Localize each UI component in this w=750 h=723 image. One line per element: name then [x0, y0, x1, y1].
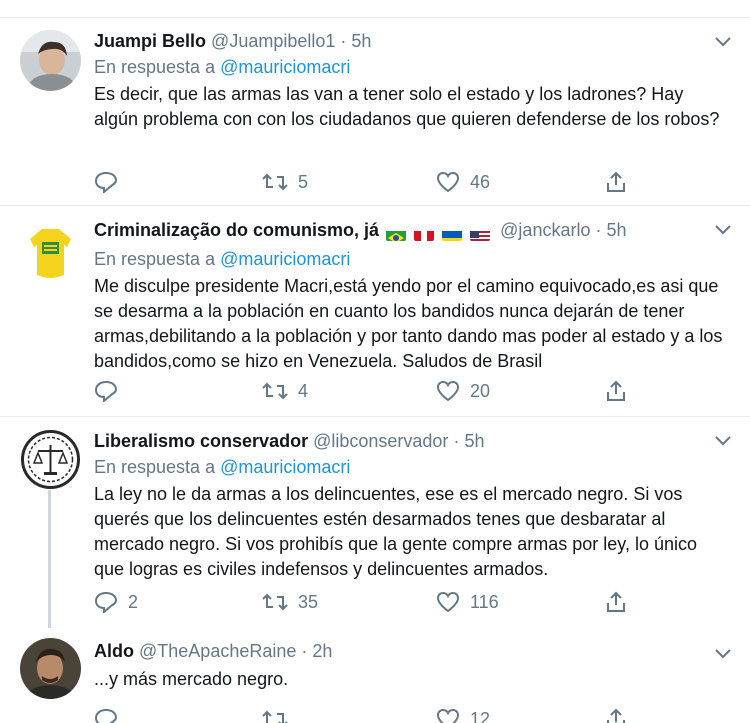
- peru-flag-icon: [414, 227, 435, 242]
- tweet-header: Criminalização do comunismo, já @janckar…: [94, 218, 726, 245]
- like-count: 46: [470, 172, 491, 192]
- reply-count: 2: [128, 592, 139, 612]
- retweet-count: 35: [298, 592, 319, 612]
- chevron-down-icon[interactable]: [714, 36, 732, 48]
- timestamp[interactable]: 5h: [351, 31, 371, 51]
- avatar[interactable]: [20, 217, 81, 278]
- tweet[interactable]: Aldo @TheApacheRaine · 2h ...y más merca…: [0, 628, 750, 723]
- avatar[interactable]: [20, 638, 81, 699]
- retweet-icon: [262, 710, 288, 723]
- user-name[interactable]: Liberalismo conservador: [94, 431, 308, 451]
- share-button[interactable]: [605, 379, 627, 403]
- reply-button[interactable]: [94, 170, 128, 194]
- timestamp[interactable]: 2h: [312, 641, 332, 661]
- share-icon: [607, 380, 625, 401]
- tweet[interactable]: Liberalismo conservador @libconservador …: [0, 417, 750, 628]
- chevron-down-icon[interactable]: [714, 435, 732, 447]
- heart-icon: [436, 171, 460, 193]
- retweet-button[interactable]: 5: [262, 170, 308, 194]
- tweet-actions: 2 35 116: [94, 590, 654, 614]
- separator-dot: ·: [301, 641, 308, 661]
- retweet-count: 5: [298, 172, 309, 192]
- ukraine-flag-icon: [442, 227, 463, 242]
- avatar[interactable]: [20, 429, 81, 490]
- tweet-text: Me disculpe presidente Macri,está yendo …: [94, 276, 723, 371]
- share-icon: [607, 708, 625, 723]
- retweet-button[interactable]: 35: [262, 590, 318, 614]
- retweet-icon: [262, 382, 288, 400]
- user-handle[interactable]: @TheApacheRaine: [139, 641, 296, 661]
- timestamp[interactable]: 5h: [464, 431, 484, 451]
- share-icon: [607, 591, 625, 612]
- like-button[interactable]: 116: [436, 590, 499, 614]
- like-count: 20: [470, 381, 491, 401]
- tweet-header: Liberalismo conservador @libconservador …: [94, 429, 726, 453]
- reply-icon: [94, 708, 118, 723]
- like-button[interactable]: 20: [436, 379, 490, 403]
- user-handle[interactable]: @janckarlo: [500, 220, 590, 240]
- reply-to-link[interactable]: @mauriciomacri: [220, 57, 350, 77]
- like-count: 116: [470, 592, 499, 612]
- tweet-text: La ley no le da armas a los delincuentes…: [94, 484, 697, 579]
- retweet-button[interactable]: 4: [262, 379, 308, 403]
- retweet-count: 4: [298, 381, 309, 401]
- heart-icon: [436, 380, 460, 402]
- tweet-text: Es decir, que las armas las van a tener …: [94, 84, 720, 129]
- reply-icon: [94, 591, 118, 613]
- avatar[interactable]: [20, 30, 81, 91]
- share-icon: [607, 171, 625, 192]
- tweet[interactable]: Criminalização do comunismo, já @janckar…: [0, 206, 750, 417]
- previous-tweet-actions-strip: [0, 0, 750, 18]
- tweet-actions: 4 20: [94, 379, 654, 403]
- tweet[interactable]: Juampi Bello @Juampibello1 · 5h En respu…: [0, 18, 750, 206]
- timestamp[interactable]: 5h: [607, 220, 627, 240]
- retweet-icon: [262, 593, 288, 611]
- reply-to-link[interactable]: @mauriciomacri: [220, 457, 350, 477]
- tweet-header: Aldo @TheApacheRaine · 2h: [94, 639, 726, 663]
- reply-icon: [94, 171, 118, 193]
- chevron-down-icon[interactable]: [714, 224, 732, 236]
- separator-dot: ·: [340, 31, 347, 51]
- tweet-text: ...y más mercado negro.: [94, 669, 289, 689]
- user-name[interactable]: Criminalização do comunismo, já: [94, 220, 379, 240]
- user-name[interactable]: Aldo: [94, 641, 134, 661]
- reply-icon: [94, 380, 118, 402]
- retweet-button[interactable]: [262, 707, 298, 723]
- retweet-icon: [262, 173, 288, 191]
- reply-prefix: En respuesta a: [94, 249, 216, 269]
- user-name[interactable]: Juampi Bello: [94, 31, 206, 51]
- like-button[interactable]: 12: [436, 707, 490, 723]
- heart-icon: [436, 591, 460, 613]
- reply-button[interactable]: 2: [94, 590, 138, 614]
- reply-context: En respuesta a @mauriciomacri: [94, 455, 726, 479]
- reply-button[interactable]: [94, 707, 128, 723]
- reply-prefix: En respuesta a: [94, 57, 216, 77]
- chevron-down-icon[interactable]: [714, 648, 732, 660]
- reply-button[interactable]: [94, 379, 128, 403]
- separator-dot: ·: [595, 220, 602, 240]
- reply-prefix: En respuesta a: [94, 457, 216, 477]
- like-count: 12: [470, 709, 491, 723]
- flag-emojis: [386, 221, 493, 245]
- heart-icon: [436, 708, 460, 723]
- tweet-actions: 5 46: [94, 170, 654, 194]
- separator-dot: ·: [453, 431, 460, 451]
- usa-flag-icon: [470, 227, 491, 242]
- reply-context: En respuesta a @mauriciomacri: [94, 55, 726, 79]
- share-button[interactable]: [605, 707, 627, 723]
- thread-connector-line: [48, 489, 51, 628]
- reply-context: En respuesta a @mauriciomacri: [94, 247, 726, 271]
- user-handle[interactable]: @Juampibello1: [211, 31, 335, 51]
- brazil-flag-icon: [386, 227, 407, 242]
- tweet-header: Juampi Bello @Juampibello1 · 5h: [94, 29, 726, 53]
- tweet-actions: 12: [94, 707, 654, 723]
- like-button[interactable]: 46: [436, 170, 490, 194]
- share-button[interactable]: [605, 170, 627, 194]
- share-button[interactable]: [605, 590, 627, 614]
- reply-to-link[interactable]: @mauriciomacri: [220, 249, 350, 269]
- user-handle[interactable]: @libconservador: [313, 431, 448, 451]
